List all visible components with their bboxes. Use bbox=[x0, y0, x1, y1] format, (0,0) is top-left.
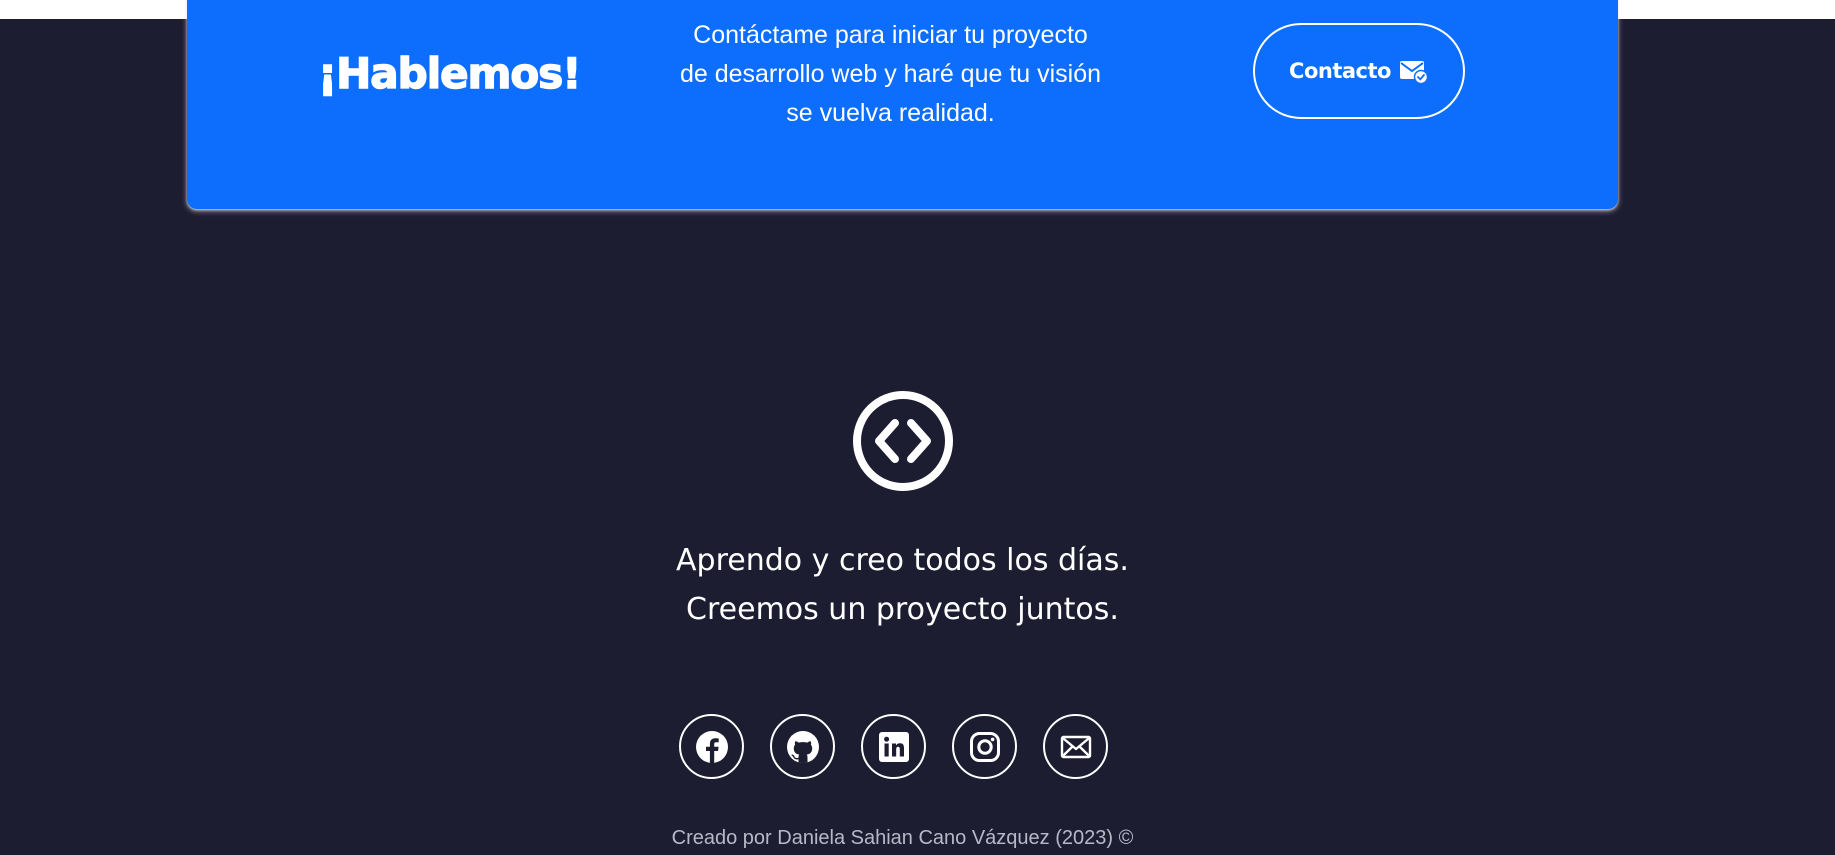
facebook-icon bbox=[695, 730, 729, 764]
email-link[interactable] bbox=[1043, 714, 1108, 779]
contact-cta-card: ¡Hablemos! Contáctame para iniciar tu pr… bbox=[187, 0, 1618, 209]
linkedin-link[interactable] bbox=[861, 714, 926, 779]
cta-description: Contáctame para iniciar tu proyecto de d… bbox=[679, 21, 1102, 127]
tagline-line-2: Creemos un proyecto juntos. bbox=[686, 592, 1119, 627]
email-icon bbox=[1059, 730, 1093, 764]
instagram-icon bbox=[968, 730, 1002, 764]
mail-check-icon bbox=[1399, 58, 1429, 84]
code-brackets-circle-icon bbox=[851, 389, 955, 493]
github-link[interactable] bbox=[770, 714, 835, 779]
social-links bbox=[679, 714, 1127, 784]
footer-tagline: Aprendo y creo todos los días. Creemos u… bbox=[567, 536, 1238, 634]
cta-title: ¡Hablemos! bbox=[317, 48, 582, 99]
contact-button[interactable]: Contacto bbox=[1253, 23, 1465, 119]
linkedin-icon bbox=[877, 730, 911, 764]
facebook-link[interactable] bbox=[679, 714, 744, 779]
copyright-text: Creado por Daniela Sahian Cano Vázquez (… bbox=[671, 827, 1134, 849]
tagline-line-1: Aprendo y creo todos los días. bbox=[676, 543, 1129, 578]
contact-button-label: Contacto bbox=[1289, 59, 1391, 83]
github-icon bbox=[786, 730, 820, 764]
instagram-link[interactable] bbox=[952, 714, 1017, 779]
